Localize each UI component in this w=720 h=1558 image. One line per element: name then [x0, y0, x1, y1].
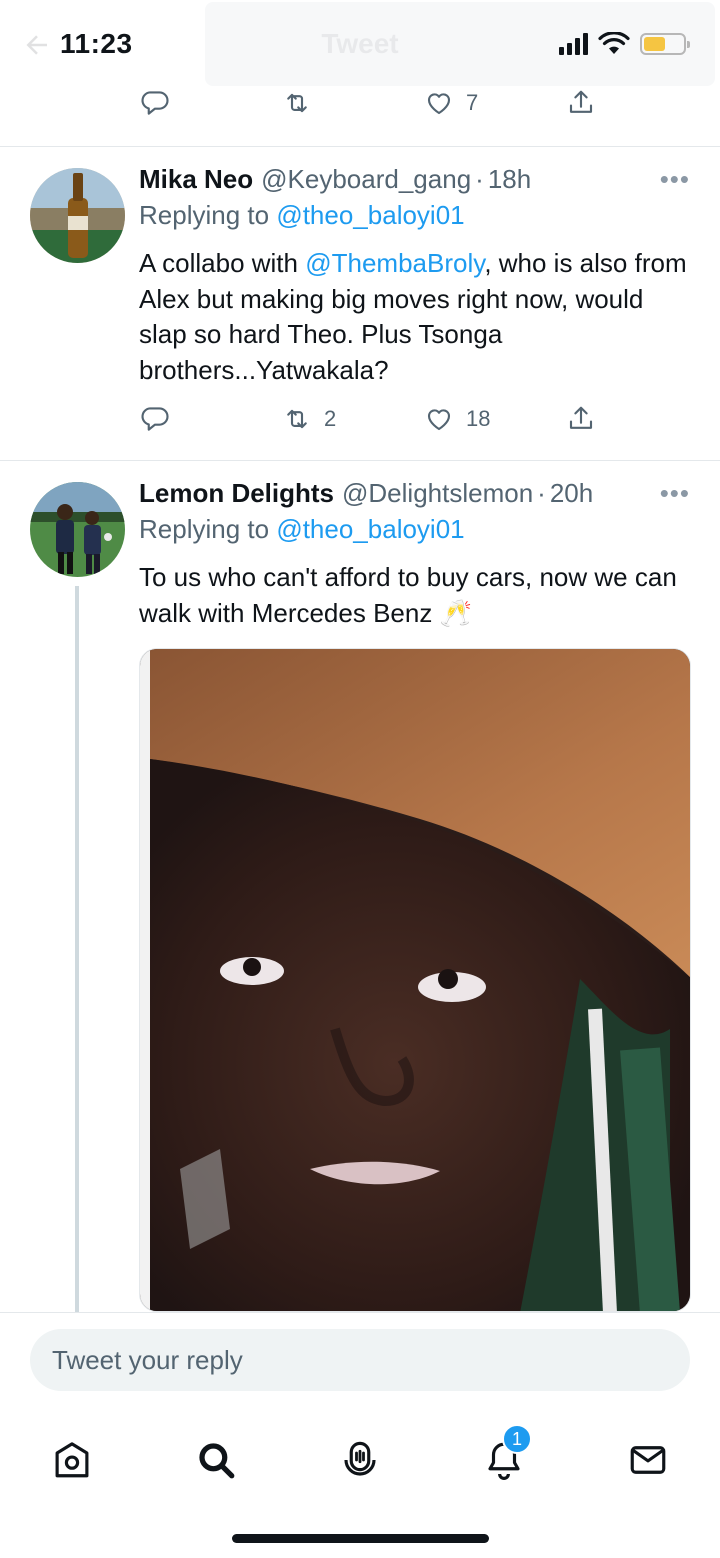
separator-dot: ·	[537, 478, 546, 508]
tab-notifications[interactable]: 1	[474, 1424, 534, 1490]
bottom-tab-bar: 1	[0, 1410, 720, 1558]
heart-icon	[427, 409, 451, 431]
tab-messages[interactable]	[618, 1430, 678, 1490]
replying-to-mention[interactable]: @theo_baloyi01	[276, 200, 464, 230]
notification-badge: 1	[502, 1424, 532, 1454]
reply-action[interactable]	[140, 88, 170, 118]
cellular-signal-icon	[559, 33, 588, 55]
tweet-media-image[interactable]	[139, 648, 691, 1312]
tweet-text: To us who can't afford to buy cars, now …	[139, 562, 677, 628]
like-count: 7	[466, 90, 479, 115]
battery-icon	[640, 33, 690, 55]
tweet-body: Lemon Delights @Delightslemon · 20h ••• …	[139, 478, 690, 631]
mail-icon	[630, 1446, 666, 1474]
wifi-icon	[598, 32, 630, 54]
reply-icon	[141, 407, 169, 431]
reply-bar	[0, 1312, 720, 1410]
author-handle[interactable]: @Delightslemon	[342, 478, 533, 509]
retweet-icon	[287, 93, 307, 113]
tweet-body: Mika Neo @Keyboard_gang · 18h ••• Replyi…	[139, 164, 690, 388]
replying-prefix: Replying to	[139, 200, 277, 230]
author-handle[interactable]: @Keyboard_gang	[261, 164, 471, 195]
share-icon	[569, 406, 593, 429]
tweet-time: 18h	[487, 164, 532, 194]
replying-prefix: Replying to	[139, 514, 277, 544]
tweet-header: Lemon Delights @Delightslemon · 20h •••	[139, 478, 690, 514]
retweet-action[interactable]: 2	[282, 404, 336, 434]
more-options-icon[interactable]: •••	[660, 478, 690, 509]
tweet-text: A collabo with @ThembaBroly, who is also…	[139, 246, 690, 388]
tweet-reply-input[interactable]	[30, 1329, 690, 1391]
like-count: 18	[466, 406, 491, 431]
tweet-header: Mika Neo @Keyboard_gang · 18h •••	[139, 164, 690, 200]
tab-home[interactable]	[42, 1430, 102, 1490]
tweet-mika-neo[interactable]: Mika Neo @Keyboard_gang · 18h ••• Replyi…	[0, 146, 720, 460]
share-icon	[569, 90, 593, 113]
home-icon	[55, 1442, 89, 1478]
separator-dot: ·	[475, 164, 484, 194]
status-bar: 11:23 Tweet	[0, 0, 720, 88]
reply-action[interactable]	[140, 404, 170, 434]
reply-icon	[141, 91, 169, 115]
avatar[interactable]	[30, 482, 125, 577]
retweet-icon	[287, 409, 307, 429]
search-icon	[199, 1443, 235, 1479]
thread-line	[75, 586, 79, 1312]
heart-icon	[427, 93, 451, 115]
replying-to: Replying to @theo_baloyi01	[139, 514, 690, 550]
author-name[interactable]: Mika Neo	[139, 164, 253, 195]
replying-to-mention[interactable]: @theo_baloyi01	[276, 514, 464, 544]
tab-search[interactable]	[186, 1430, 246, 1490]
tab-spaces[interactable]	[330, 1430, 390, 1490]
status-icons	[559, 32, 690, 56]
replying-to: Replying to @theo_baloyi01	[139, 200, 690, 236]
retweet-count: 2	[324, 406, 337, 431]
tweet-lemon-delights[interactable]: Lemon Delights @Delightslemon · 20h ••• …	[0, 460, 720, 1312]
retweet-action[interactable]	[282, 88, 312, 118]
like-action[interactable]: 18	[424, 404, 490, 434]
share-action[interactable]	[566, 88, 596, 118]
spaces-microphone-icon	[344, 1441, 376, 1476]
author-name[interactable]: Lemon Delights	[139, 478, 334, 509]
avatar[interactable]	[30, 168, 125, 263]
share-action[interactable]	[566, 404, 596, 434]
tweet-mention[interactable]: @ThembaBroly	[305, 248, 484, 278]
home-indicator[interactable]	[232, 1534, 489, 1543]
tweet-time: 20h	[549, 478, 594, 508]
more-options-icon[interactable]: •••	[660, 164, 690, 195]
like-action[interactable]: 7	[424, 88, 478, 118]
tweet-text-before: A collabo with	[139, 248, 306, 278]
